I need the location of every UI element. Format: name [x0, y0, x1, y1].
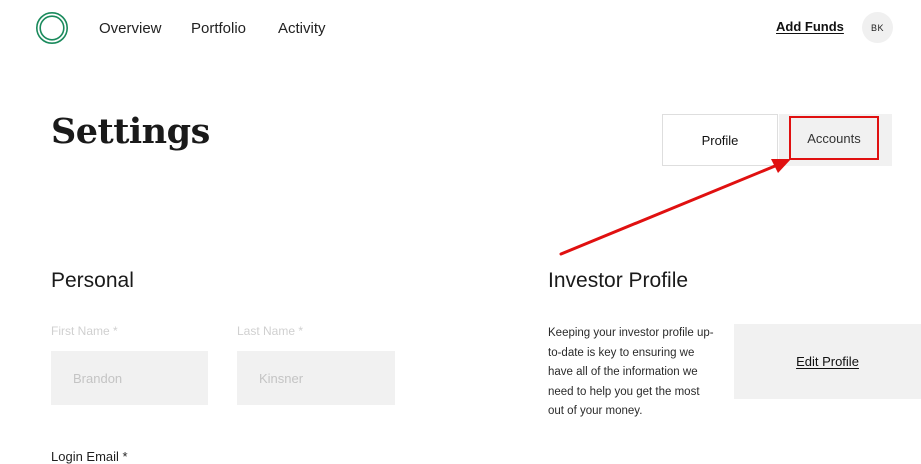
tab-accounts[interactable]: Accounts — [789, 116, 879, 160]
last-name-input[interactable] — [237, 351, 395, 405]
edit-profile-link[interactable]: Edit Profile — [796, 354, 859, 369]
login-email-label: Login Email * — [51, 449, 128, 464]
nav-portfolio[interactable]: Portfolio — [191, 20, 246, 38]
tab-profile[interactable]: Profile — [662, 114, 778, 166]
avatar[interactable]: BK — [862, 12, 893, 43]
page-title: Settings — [51, 111, 210, 152]
ring-logo-icon[interactable] — [35, 11, 69, 45]
add-funds-link[interactable]: Add Funds — [776, 19, 844, 35]
personal-section-title: Personal — [51, 269, 134, 292]
investor-profile-title: Investor Profile — [548, 269, 689, 292]
edit-profile-button[interactable]: Edit Profile — [734, 324, 921, 399]
nav-overview[interactable]: Overview — [99, 20, 162, 38]
first-name-input[interactable] — [51, 351, 208, 405]
first-name-label: First Name * — [51, 324, 118, 338]
investor-profile-description: Keeping your investor profile up-to-date… — [548, 327, 714, 418]
last-name-label: Last Name * — [237, 324, 304, 338]
nav-activity[interactable]: Activity — [278, 20, 326, 38]
